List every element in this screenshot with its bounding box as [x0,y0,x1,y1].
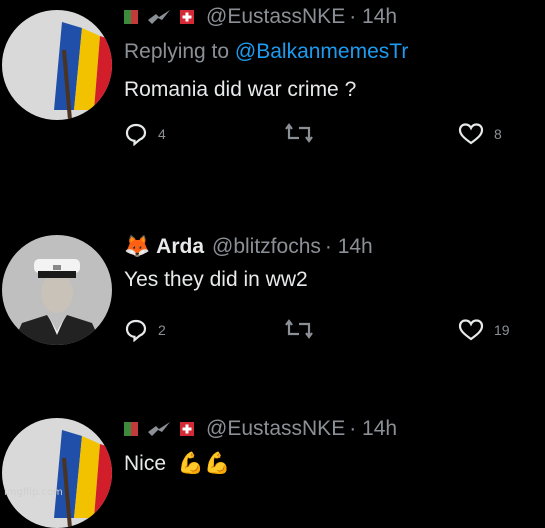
user-handle[interactable]: @EustassNKE [206,417,345,441]
reply-count: 2 [158,322,166,338]
romania-flag-avatar-icon [2,418,112,528]
romania-flag-avatar-icon [2,10,112,120]
tweet-header: @EustassNKE · 14h [124,414,537,444]
reply-icon [125,319,147,342]
tweet-text: Romania did war crime ? [124,78,357,101]
flag-emojis [124,420,194,438]
timestamp[interactable]: · 14h [349,5,397,29]
retweet-icon [285,319,313,339]
flag-icon [124,10,138,24]
eagle-icon [148,10,170,24]
user-handle[interactable]: @blitzfochs [212,235,321,259]
like-count: 8 [494,126,502,142]
mention-link[interactable]: @BalkanmemesTr [235,40,408,63]
sailor-portrait-avatar-icon [2,235,112,345]
tweet-text-word: Nice [124,452,167,475]
tweet-text: Yes they did in ww2 [124,268,308,291]
reply-count: 4 [158,126,166,142]
like-button[interactable]: 19 [458,318,510,342]
swiss-flag-icon [180,10,194,24]
watermark: imgflip.com [4,487,63,498]
retweet-button[interactable] [284,318,314,340]
user-handle[interactable]: @EustassNKE [206,5,345,29]
flexed-biceps-icon: 💪💪 [177,452,231,475]
like-icon [458,319,484,341]
tweet-header: 🦊 Arda @blitzfochs · 14h [124,232,537,262]
retweet-icon [285,123,313,143]
tweet-header: @EustassNKE · 14h [124,2,537,32]
like-icon [458,123,484,145]
tweet-actions: 4 8 [124,122,537,152]
tweet-text: Nice 💪💪 [124,452,537,476]
reply-icon [125,123,147,146]
replying-to-label: Replying to [124,40,235,63]
reply-button[interactable]: 2 [124,318,166,342]
swiss-flag-icon [180,422,194,436]
tweet-actions: 2 19 [124,318,537,348]
timestamp[interactable]: · 14h [325,235,373,259]
like-button[interactable]: 8 [458,122,502,146]
avatar-flag[interactable] [2,10,112,120]
avatar-flag[interactable] [2,418,112,528]
fox-emoji-icon: 🦊 [124,235,151,258]
reply-button[interactable]: 4 [124,122,166,146]
timestamp[interactable]: · 14h [349,417,397,441]
avatar-sailor[interactable] [2,235,112,345]
user-display-name[interactable]: Arda [156,235,204,259]
replying-to: Replying to @BalkanmemesTr [124,40,537,64]
eagle-icon [148,422,170,436]
retweet-button[interactable] [284,122,314,144]
flag-icon [124,422,138,436]
like-count: 19 [494,322,510,338]
flag-emojis [124,8,194,26]
